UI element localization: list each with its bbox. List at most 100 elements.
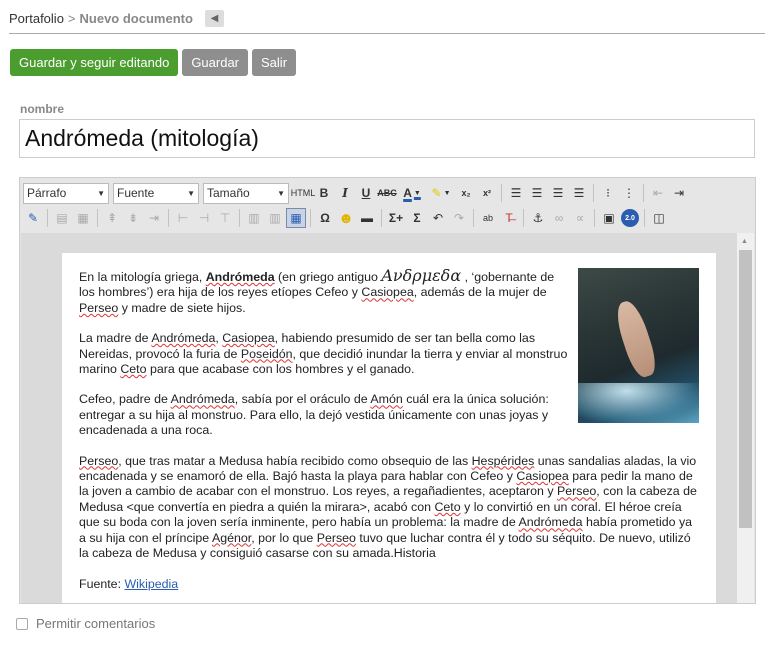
editor-content-area[interactable]: En la mitología griega, Andrómeda (en gr…: [21, 233, 737, 603]
header-divider: [9, 33, 765, 34]
insert-table-icon[interactable]: ▦: [286, 208, 306, 228]
save-button[interactable]: Guardar: [182, 49, 249, 76]
merge-cells-icon[interactable]: ▥: [265, 208, 285, 228]
emoticon-icon[interactable]: ☻: [336, 208, 356, 228]
row-after-icon[interactable]: ⇟: [123, 208, 143, 228]
unlink-icon[interactable]: ∝: [570, 208, 590, 228]
align-right-icon[interactable]: ☰: [548, 183, 568, 203]
pencil-glyph: ✎: [27, 211, 39, 225]
size-select[interactable]: Tamaño ▼: [203, 182, 289, 204]
equation-add-icon[interactable]: Σ+: [386, 208, 406, 228]
format-select[interactable]: Párrafo ▼: [23, 182, 109, 204]
split-cells-icon[interactable]: ▥: [244, 208, 264, 228]
col-after-icon[interactable]: ⊣: [194, 208, 214, 228]
equation-icon[interactable]: Σ: [407, 208, 427, 228]
p1-text-1: En la mitología griega,: [79, 270, 206, 284]
source-line: Fuente: Wikipedia: [79, 577, 699, 592]
subscript-icon[interactable]: x₂: [456, 183, 476, 203]
font-color-icon[interactable]: A ▼: [398, 183, 426, 203]
name-label: nombre: [20, 102, 65, 116]
remove-format-icon[interactable]: T̶: [499, 208, 519, 228]
undo-icon[interactable]: ↶: [428, 208, 448, 228]
p4-perseo-3: Perseo: [316, 530, 356, 545]
andromeda-image[interactable]: [578, 268, 699, 423]
p4-text-1: , que tras matar a Medusa había recibido…: [118, 453, 472, 468]
action-bar: Guardar y seguir editando Guardar Salir: [10, 49, 297, 76]
html-source-icon[interactable]: HTML: [291, 183, 316, 203]
delete-col-icon[interactable]: ⊤: [215, 208, 235, 228]
fullscreen-icon[interactable]: ◫: [649, 208, 669, 228]
numbered-list-icon[interactable]: ⋮: [619, 183, 639, 203]
p4-hesperides: Hespérides: [471, 453, 535, 468]
align-justify-icon[interactable]: ☰: [569, 183, 589, 203]
web20-badge-icon[interactable]: 2.0: [620, 208, 640, 228]
toolbar-separator: [239, 209, 240, 227]
p2-poseidon: Poseidón: [240, 346, 293, 361]
rich-text-editor: Párrafo ▼ Fuente ▼ Tamaño ▼ HTML B I U ABC …: [19, 177, 756, 604]
bullet-list-icon[interactable]: ⁝: [598, 183, 618, 203]
indent-icon[interactable]: ⇥: [669, 183, 689, 203]
horizontal-rule-icon[interactable]: ▬: [357, 208, 377, 228]
font-select-value: Fuente: [117, 186, 155, 200]
font-select[interactable]: Fuente ▼: [113, 182, 199, 204]
table-cell-icon[interactable]: ▦: [73, 208, 93, 228]
edit-document-icon[interactable]: ✎: [23, 208, 43, 228]
toolbar-separator: [168, 209, 169, 227]
special-char-icon[interactable]: Ω: [315, 208, 335, 228]
p1-greek: Ανδρμεδα: [381, 266, 462, 285]
exit-button[interactable]: Salir: [252, 49, 297, 76]
breadcrumb-portafolio-link[interactable]: Portafolio: [9, 11, 64, 26]
link-icon[interactable]: ∞: [549, 208, 569, 228]
highlight-color-icon[interactable]: ✎ ▼: [427, 183, 455, 203]
toolbar-separator: [310, 209, 311, 227]
anchor-icon[interactable]: ⚓: [528, 208, 548, 228]
p4-perseo-1: Perseo: [79, 453, 119, 468]
scroll-up-icon[interactable]: ▲: [741, 238, 748, 245]
size-select-value: Tamaño: [207, 186, 250, 200]
p2-text-1: La madre de: [79, 331, 152, 346]
chevron-down-icon: ▼: [97, 188, 105, 198]
spellcheck-icon[interactable]: ab: [478, 208, 498, 228]
name-field[interactable]: Andrómeda (mitología): [19, 119, 755, 158]
editor-scrollbar[interactable]: ▲: [737, 233, 754, 603]
redo-icon[interactable]: ↷: [449, 208, 469, 228]
table-properties-icon[interactable]: ▤: [52, 208, 72, 228]
badge-label: 2.0: [621, 209, 639, 227]
p1-andromeda: Andrómeda: [205, 270, 275, 284]
insert-image-icon[interactable]: ▣: [599, 208, 619, 228]
document-page[interactable]: En la mitología griega, Andrómeda (en gr…: [62, 253, 716, 603]
underline-icon[interactable]: U: [356, 183, 376, 203]
chevron-down-icon: ▼: [413, 189, 421, 197]
allow-comments-checkbox[interactable]: [16, 617, 28, 630]
toolbar-separator: [473, 209, 474, 227]
chevron-down-icon: ▼: [277, 188, 285, 198]
align-center-icon[interactable]: ☰: [527, 183, 547, 203]
breadcrumb-current: Nuevo documento: [79, 10, 193, 26]
p3-text-1: Cefeo, padre de: [79, 392, 171, 407]
back-arrow-icon[interactable]: ◀: [204, 9, 224, 27]
p4-ceto: Ceto: [434, 499, 461, 514]
chevron-down-icon: ▼: [187, 188, 195, 198]
p4-perseo-2: Perseo: [557, 484, 597, 499]
breadcrumb-separator: >: [67, 10, 76, 26]
align-left-icon[interactable]: ☰: [506, 183, 526, 203]
p1-casiopea: Casiopea: [361, 285, 414, 300]
p1-perseo: Perseo: [79, 300, 119, 315]
save-and-continue-button[interactable]: Guardar y seguir editando: [10, 49, 179, 76]
strikethrough-icon[interactable]: ABC: [377, 183, 397, 203]
toolbar-separator: [644, 209, 645, 227]
delete-row-icon[interactable]: ⇥: [144, 208, 164, 228]
allow-comments-label[interactable]: Permitir comentarios: [36, 616, 155, 631]
wikipedia-link[interactable]: Wikipedia: [124, 577, 178, 591]
bold-icon[interactable]: B: [314, 183, 334, 203]
p3-andromeda: Andrómeda: [170, 392, 235, 407]
figure-body: [611, 297, 661, 381]
p2-ceto: Ceto: [120, 362, 147, 377]
scrollbar-thumb[interactable]: [739, 250, 752, 528]
row-before-icon[interactable]: ⇞: [102, 208, 122, 228]
italic-icon[interactable]: I: [335, 183, 355, 203]
p4-casiopea: Casiopea: [516, 469, 569, 484]
outdent-icon[interactable]: ⇤: [648, 183, 668, 203]
superscript-icon[interactable]: x²: [477, 183, 497, 203]
col-before-icon[interactable]: ⊢: [173, 208, 193, 228]
